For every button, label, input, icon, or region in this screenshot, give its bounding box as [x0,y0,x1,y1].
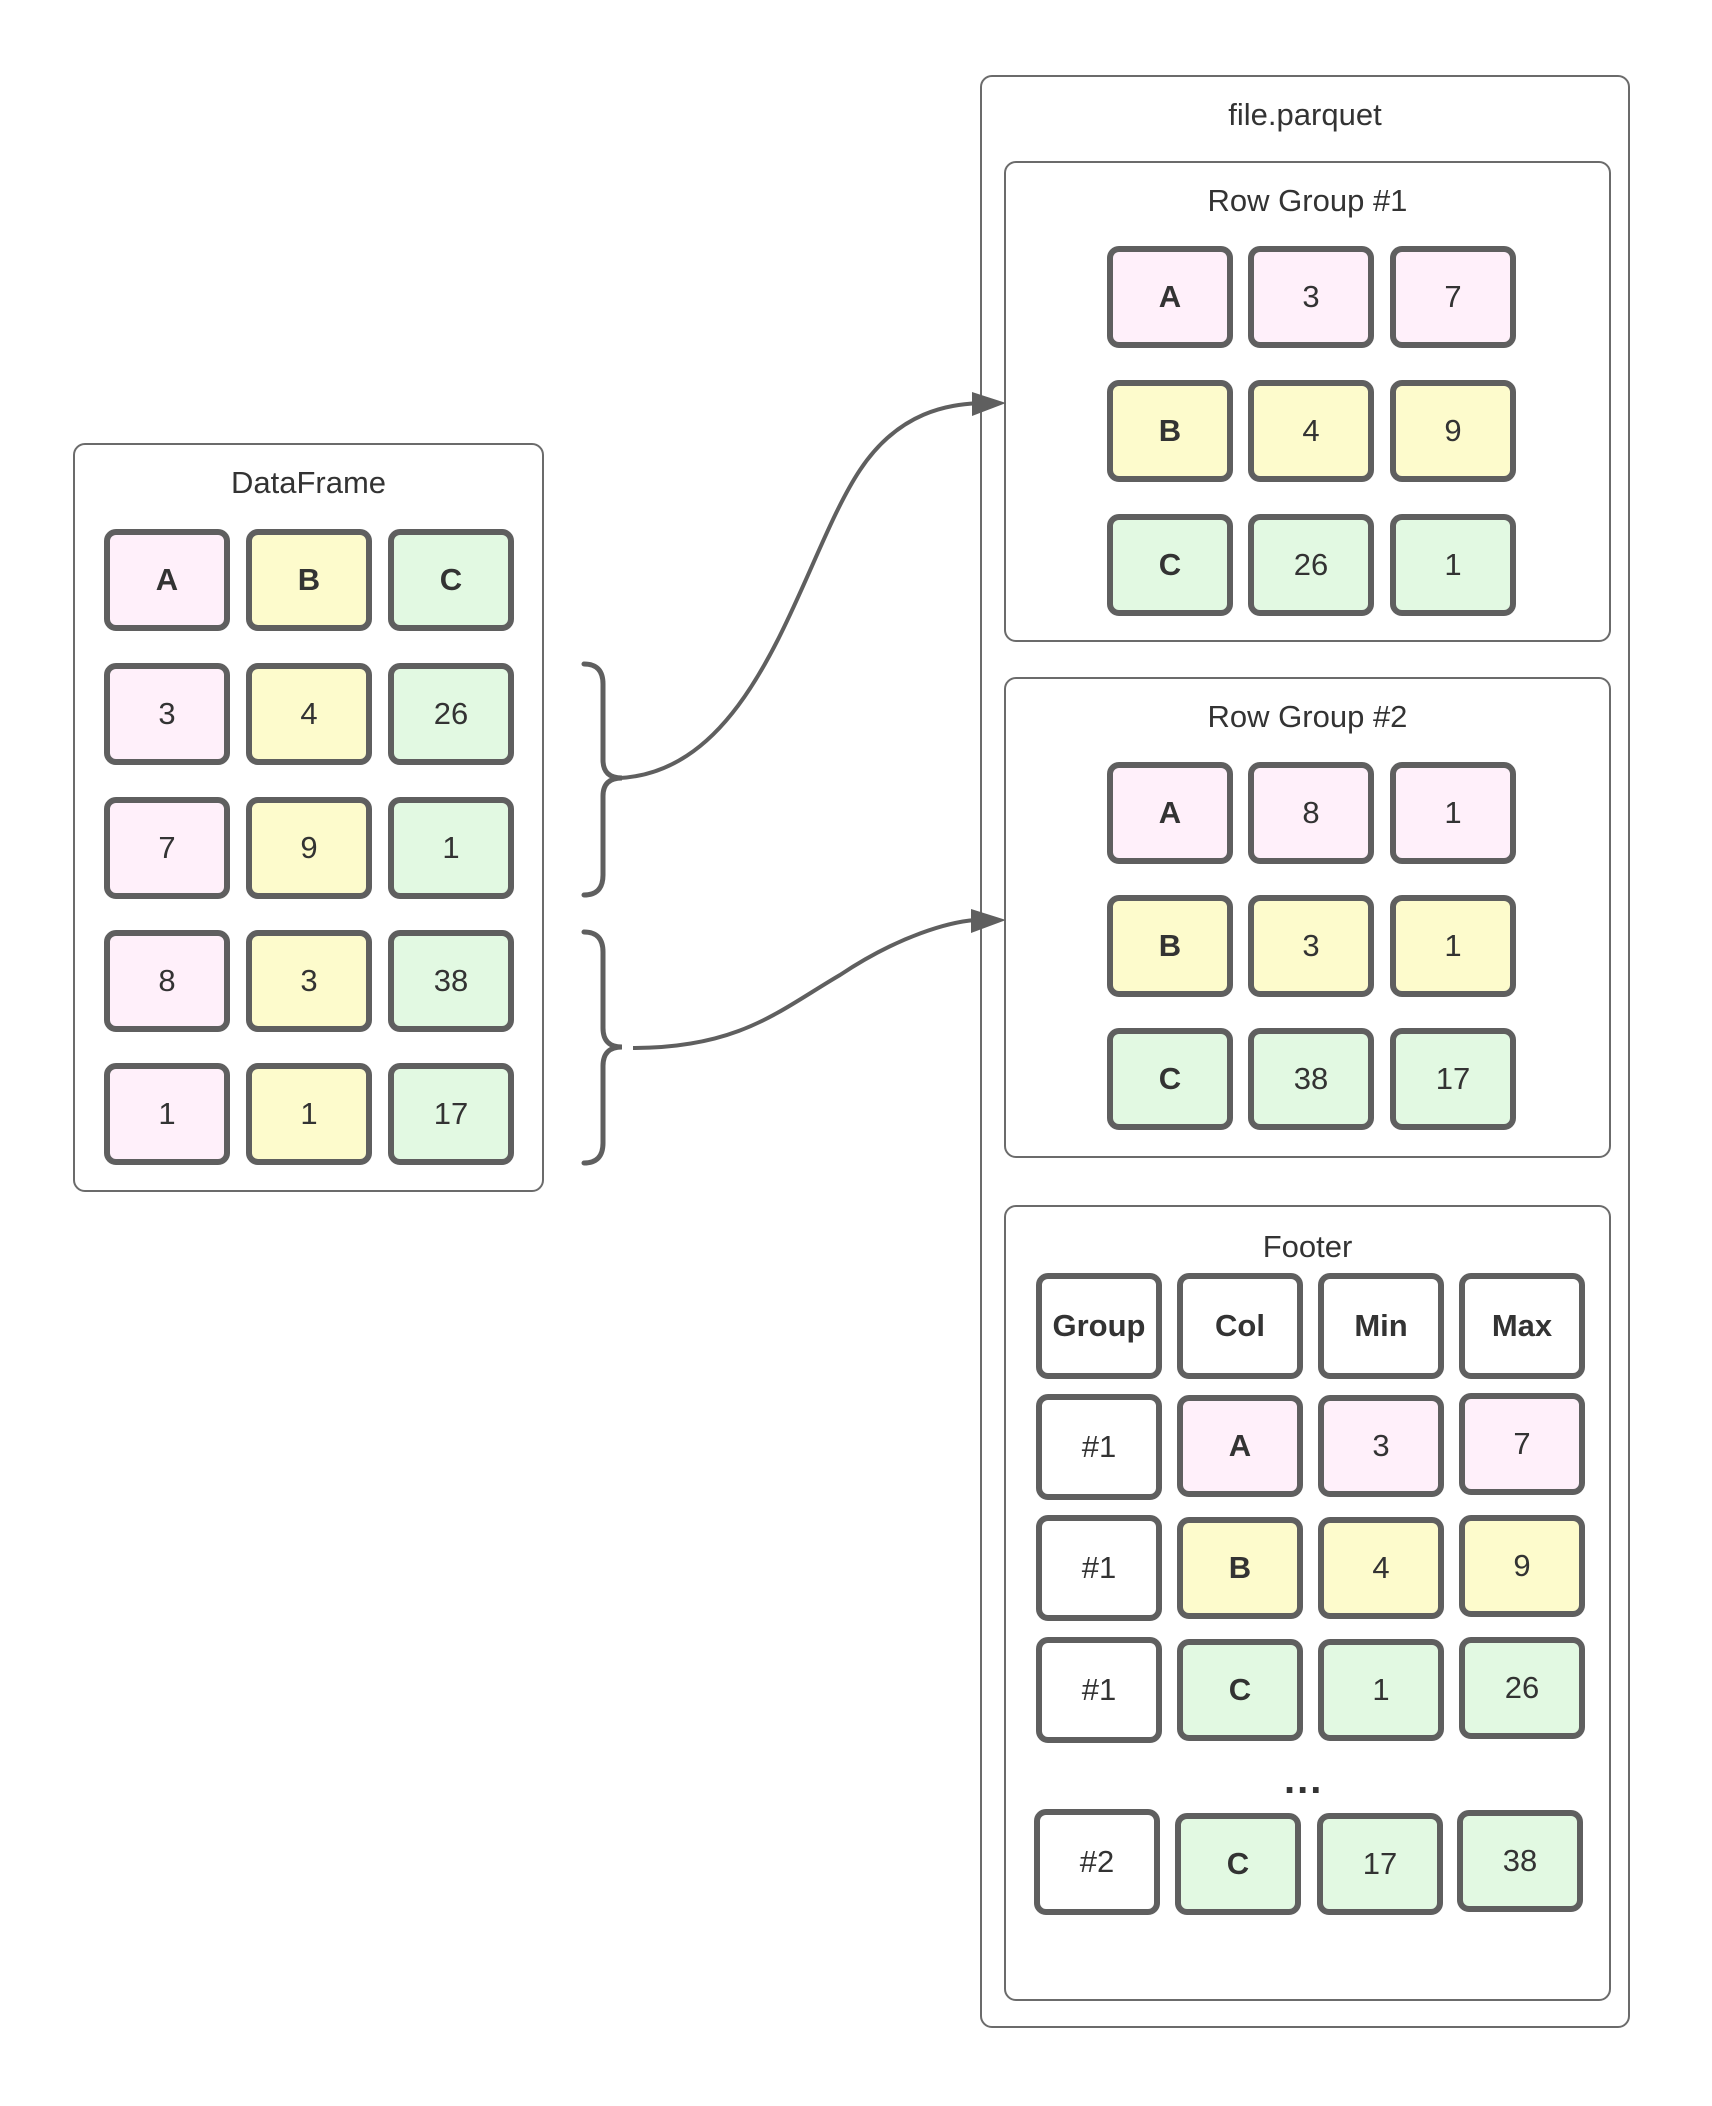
row-group-1-column-label: B [1107,380,1233,482]
footer-header-min: Min [1318,1273,1444,1379]
row-group-1-value: 9 [1390,380,1516,482]
footer-group-cell: #2 [1034,1809,1160,1915]
row-group-1-title: Row Group #1 [1207,183,1408,218]
arrow-to-row-group-1 [619,401,979,780]
footer-header-group: Group [1036,1273,1162,1379]
footer-col-cell: B [1177,1517,1303,1619]
footer-max-cell: 26 [1459,1637,1585,1739]
footer-min-cell: 17 [1317,1813,1443,1915]
dataframe-cell: 17 [388,1063,514,1165]
footer-group-cell: #1 [1036,1637,1162,1743]
brace-rows-1-2 [581,661,623,898]
footer-group-cell: #1 [1036,1394,1162,1500]
parquet-file-title: file.parquet [1228,97,1382,132]
footer-group-cell: #1 [1036,1515,1162,1621]
row-group-2-column-label: B [1107,895,1233,997]
dataframe-cell: 1 [104,1063,230,1165]
footer-header-col: Col [1177,1273,1303,1379]
dataframe-cell: 3 [246,930,372,1032]
row-group-2-title: Row Group #2 [1207,699,1408,734]
dataframe-cell: 26 [388,663,514,765]
footer-col-cell: C [1175,1813,1301,1915]
row-group-1-value: 4 [1248,380,1374,482]
row-group-1-value: 7 [1390,246,1516,348]
row-group-2-column-label: A [1107,762,1233,864]
footer-title: Footer [1262,1229,1353,1264]
footer-col-cell: C [1177,1639,1303,1741]
dataframe-header-a: A [104,529,230,631]
footer-max-cell: 7 [1459,1393,1585,1495]
row-group-2-value: 1 [1390,762,1516,864]
row-group-2-value: 8 [1248,762,1374,864]
dataframe-cell: 3 [104,663,230,765]
footer-max-cell: 38 [1457,1810,1583,1912]
row-group-2-value: 3 [1248,895,1374,997]
row-group-2-value: 17 [1390,1028,1516,1130]
row-group-1-column-label: A [1107,246,1233,348]
footer-max-cell: 9 [1459,1515,1585,1617]
dataframe-header-c: C [388,529,514,631]
footer-min-cell: 4 [1318,1517,1444,1619]
row-group-2-value: 1 [1390,895,1516,997]
arrow-to-row-group-2 [632,918,976,1050]
dataframe-cell: 7 [104,797,230,899]
brace-rows-3-4 [581,929,623,1166]
row-group-1-value: 1 [1390,514,1516,616]
dataframe-cell: 38 [388,930,514,1032]
footer-min-cell: 3 [1318,1395,1444,1497]
dataframe-cell: 4 [246,663,372,765]
row-group-1-column-label: C [1107,514,1233,616]
row-group-2-column-label: C [1107,1028,1233,1130]
footer-header-max: Max [1459,1273,1585,1379]
dataframe-header-b: B [246,529,372,631]
dataframe-cell: 1 [388,797,514,899]
row-group-2-value: 38 [1248,1028,1374,1130]
row-group-1-value: 3 [1248,246,1374,348]
dataframe-cell: 8 [104,930,230,1032]
dataframe-title: DataFrame [230,465,387,500]
dataframe-cell: 1 [246,1063,372,1165]
dataframe-cell: 9 [246,797,372,899]
footer-min-cell: 1 [1318,1639,1444,1741]
footer-ellipsis: ... [1284,1758,1324,1802]
footer-col-cell: A [1177,1395,1303,1497]
row-group-1-value: 26 [1248,514,1374,616]
